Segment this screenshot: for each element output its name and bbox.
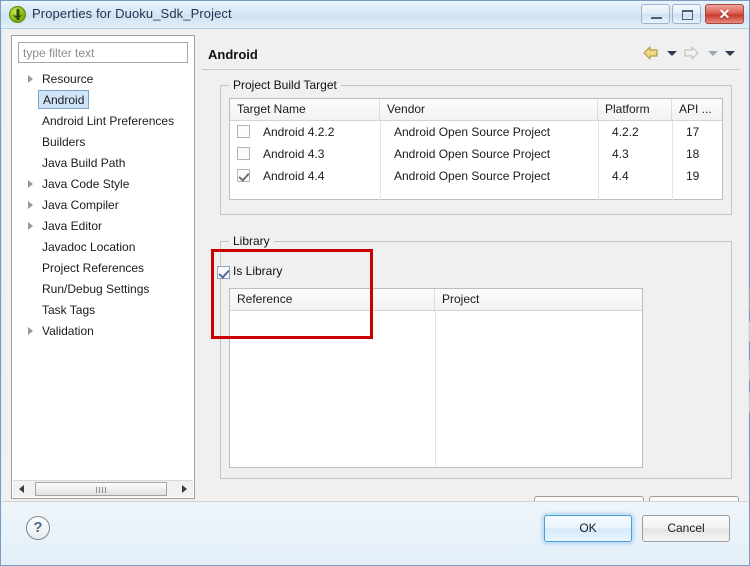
- sidebar-item-label: Project References: [42, 261, 145, 275]
- sidebar-item-java-build-path[interactable]: Java Build Path: [12, 153, 194, 174]
- sidebar-item-builders[interactable]: Builders: [12, 132, 194, 153]
- cell-platform: 4.4: [612, 169, 629, 183]
- minimize-button[interactable]: [641, 4, 670, 24]
- sidebar-item-label: Task Tags: [42, 303, 96, 317]
- back-history-chevron-down-icon[interactable]: [664, 45, 678, 61]
- checkbox-indicator: [217, 266, 230, 279]
- cancel-button[interactable]: Cancel: [642, 515, 730, 542]
- sidebar-item-label: Builders: [42, 135, 86, 149]
- sidebar-item-label: Android: [38, 90, 90, 109]
- page-menu-chevron-down-icon[interactable]: [722, 45, 736, 61]
- sidebar-item-label: Java Build Path: [42, 156, 126, 170]
- table-row[interactable]: Android 4.3 Android Open Source Project …: [230, 143, 722, 165]
- sidebar-item-java-compiler[interactable]: Java Compiler: [12, 195, 194, 216]
- ok-button[interactable]: OK: [544, 515, 632, 542]
- close-icon: ✕: [718, 6, 731, 22]
- sidebar-item-task-tags[interactable]: Task Tags: [12, 300, 194, 321]
- cell-platform: 4.3: [612, 147, 629, 161]
- forward-history-chevron-down-icon: [705, 45, 719, 61]
- android-preference-page: Android Project Build Target Target Name…: [202, 35, 750, 499]
- properties-dialog-window: Properties for Duoku_Sdk_Project ✕ Resou…: [0, 0, 750, 566]
- back-arrow-icon[interactable]: [641, 45, 661, 61]
- help-icon[interactable]: ?: [26, 516, 50, 540]
- close-button[interactable]: ✕: [705, 4, 744, 24]
- cell-vendor: Android Open Source Project: [394, 125, 551, 139]
- table-row[interactable]: Android 4.2.2 Android Open Source Projec…: [230, 121, 722, 143]
- cell-target-name: Android 4.3: [263, 147, 325, 161]
- sidebar-item-label: Resource: [42, 72, 94, 86]
- target-checkbox[interactable]: [237, 147, 250, 160]
- sidebar-item-label: Java Code Style: [42, 177, 130, 191]
- sidebar-item-android[interactable]: Android: [12, 90, 194, 111]
- table-header-row: Reference Project: [230, 289, 642, 311]
- is-library-label: Is Library: [233, 264, 283, 278]
- cell-vendor: Android Open Source Project: [394, 169, 551, 183]
- column-header-target-name[interactable]: Target Name: [230, 99, 380, 120]
- sidebar-item-java-editor[interactable]: Java Editor: [12, 216, 194, 237]
- sidebar-item-validation[interactable]: Validation: [12, 321, 194, 342]
- target-checkbox[interactable]: [237, 169, 250, 182]
- cell-api: 18: [686, 147, 700, 161]
- sidebar-item-label: Run/Debug Settings: [42, 282, 150, 296]
- filter-input[interactable]: [18, 42, 188, 63]
- eclipse-icon: [9, 6, 26, 23]
- window-title: Properties for Duoku_Sdk_Project: [32, 6, 232, 21]
- sidebar-item-label: Validation: [42, 324, 94, 338]
- column-header-platform[interactable]: Platform: [598, 99, 672, 120]
- minimize-icon: [651, 17, 662, 19]
- group-title: Library: [229, 234, 274, 248]
- sidebar-item-resource[interactable]: Resource: [12, 69, 194, 90]
- cell-platform: 4.2.2: [612, 125, 639, 139]
- page-navigation: [641, 45, 736, 65]
- sidebar-item-java-code-style[interactable]: Java Code Style: [12, 174, 194, 195]
- cell-target-name: Android 4.4: [263, 169, 325, 183]
- scroll-right-arrow-icon[interactable]: [176, 481, 192, 497]
- maximize-button[interactable]: [672, 4, 701, 24]
- maximize-icon: [681, 10, 693, 20]
- library-reference-table[interactable]: Reference Project: [229, 288, 643, 468]
- sidebar-item-android-lint-preferences[interactable]: Android Lint Preferences: [12, 111, 194, 132]
- column-header-project[interactable]: Project: [435, 289, 642, 310]
- preferences-tree: Resource Android Android Lint Preference…: [12, 69, 194, 469]
- sidebar-item-label: Android Lint Preferences: [42, 114, 175, 128]
- sidebar-item-label: Java Compiler: [42, 198, 119, 212]
- target-checkbox[interactable]: [237, 125, 250, 138]
- chevron-right-icon: [28, 222, 33, 230]
- sidebar-item-javadoc-location[interactable]: Javadoc Location: [12, 237, 194, 258]
- group-title: Project Build Target: [229, 78, 341, 92]
- sidebar-item-label: Javadoc Location: [42, 240, 136, 254]
- forward-arrow-icon: [681, 45, 701, 61]
- tree-horizontal-scrollbar[interactable]: [13, 480, 193, 497]
- title-separator: [202, 69, 740, 70]
- column-header-api[interactable]: API ...: [672, 99, 724, 120]
- project-build-target-group: Project Build Target Target Name Vendor …: [220, 78, 732, 215]
- chevron-right-icon: [28, 75, 33, 83]
- column-divider: [435, 311, 436, 467]
- chevron-right-icon: [28, 180, 33, 188]
- sidebar-item-project-references[interactable]: Project References: [12, 258, 194, 279]
- cell-api: 17: [686, 125, 700, 139]
- chevron-right-icon: [28, 327, 33, 335]
- column-header-reference[interactable]: Reference: [230, 289, 435, 310]
- scrollbar-thumb[interactable]: [35, 482, 167, 496]
- cell-vendor: Android Open Source Project: [394, 147, 551, 161]
- table-row[interactable]: Android 4.4 Android Open Source Project …: [230, 165, 722, 187]
- sidebar-item-label: Java Editor: [42, 219, 103, 233]
- dialog-body: Resource Android Android Lint Preference…: [2, 29, 750, 521]
- library-group: Library Is Library Reference Project Add…: [217, 234, 750, 479]
- column-header-vendor[interactable]: Vendor: [380, 99, 598, 120]
- table-header-row: Target Name Vendor Platform API ...: [230, 99, 722, 121]
- page-title: Android: [208, 47, 258, 62]
- dialog-footer: ?: [2, 502, 748, 565]
- scroll-left-arrow-icon[interactable]: [14, 481, 30, 497]
- sidebar-item-run-debug-settings[interactable]: Run/Debug Settings: [12, 279, 194, 300]
- cell-target-name: Android 4.2.2: [263, 125, 335, 139]
- chevron-right-icon: [28, 201, 33, 209]
- is-library-checkbox[interactable]: Is Library: [217, 264, 283, 279]
- cell-api: 19: [686, 169, 700, 183]
- build-target-table[interactable]: Target Name Vendor Platform API ... Andr…: [229, 98, 723, 200]
- preferences-tree-panel: Resource Android Android Lint Preference…: [11, 35, 195, 499]
- title-bar: Properties for Duoku_Sdk_Project ✕: [1, 1, 749, 29]
